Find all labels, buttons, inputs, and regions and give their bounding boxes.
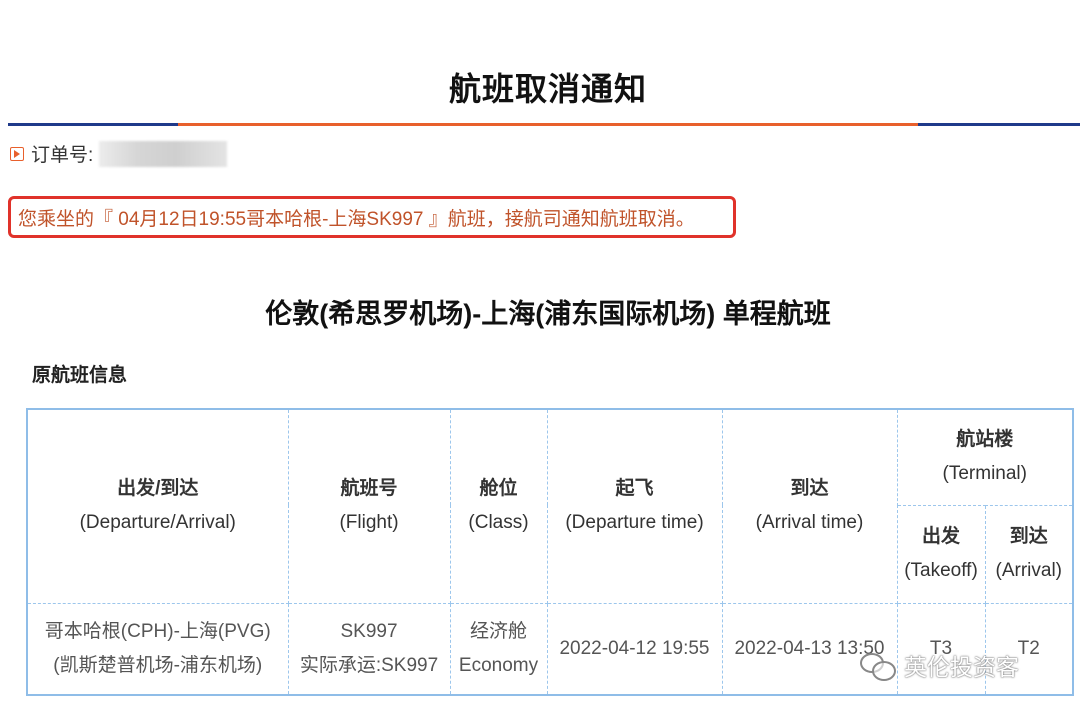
watermark-text: 英伦投资客 (904, 654, 1019, 680)
header-arrival-time: 到达 (Arrival time) (721, 408, 898, 604)
watermark: 英伦投资客 (860, 648, 1019, 682)
cell-class: 经济舱 Economy (449, 602, 548, 696)
order-number-row: 订单号: (10, 140, 228, 167)
route-title: 伦敦(希思罗机场)-上海(浦东国际机场) 单程航班 (265, 299, 831, 329)
cancellation-notice: 您乘坐的『 04月12日19:55哥本哈根-上海SK997 』航班，接航司通知航… (8, 196, 736, 238)
cell-departure-time: 2022-04-12 19:55 (546, 602, 723, 696)
header-divider-left (8, 123, 178, 126)
play-icon (10, 146, 24, 161)
order-number-redacted-value (99, 140, 228, 167)
header-class: 舱位 (Class) (449, 408, 548, 604)
header-terminal: 航站楼 (Terminal) (896, 408, 1074, 506)
cell-flight: SK997 实际承运:SK997 (287, 602, 451, 696)
header-departure-arrival: 出发/到达 (Departure/Arrival) (26, 408, 289, 604)
cancellation-notice-text: 您乘坐的『 04月12日19:55哥本哈根-上海SK997 』航班，接航司通知航… (18, 208, 695, 230)
header-divider-right (918, 123, 1080, 126)
header-departure-time: 起飞 (Departure time) (546, 408, 723, 604)
header-flight: 航班号 (Flight) (287, 408, 451, 604)
header-divider-accent (178, 123, 918, 126)
cell-route: 哥本哈根(CPH)-上海(PVG) (凯斯楚普机场-浦东机场) (26, 602, 289, 696)
header-terminal-takeoff: 出发 (Takeoff) (896, 504, 986, 604)
original-flight-info-label: 原航班信息 (32, 365, 128, 386)
page-title: 航班取消通知 (448, 71, 647, 107)
header-terminal-arrival: 到达 (Arrival) (984, 504, 1074, 604)
wechat-icon (860, 651, 896, 681)
order-number-label: 订单号: (31, 145, 94, 166)
flight-cancellation-page: 航班取消通知 订单号: 您乘坐的『 04月12日19:55哥本哈根-上海SK99… (0, 0, 1080, 714)
